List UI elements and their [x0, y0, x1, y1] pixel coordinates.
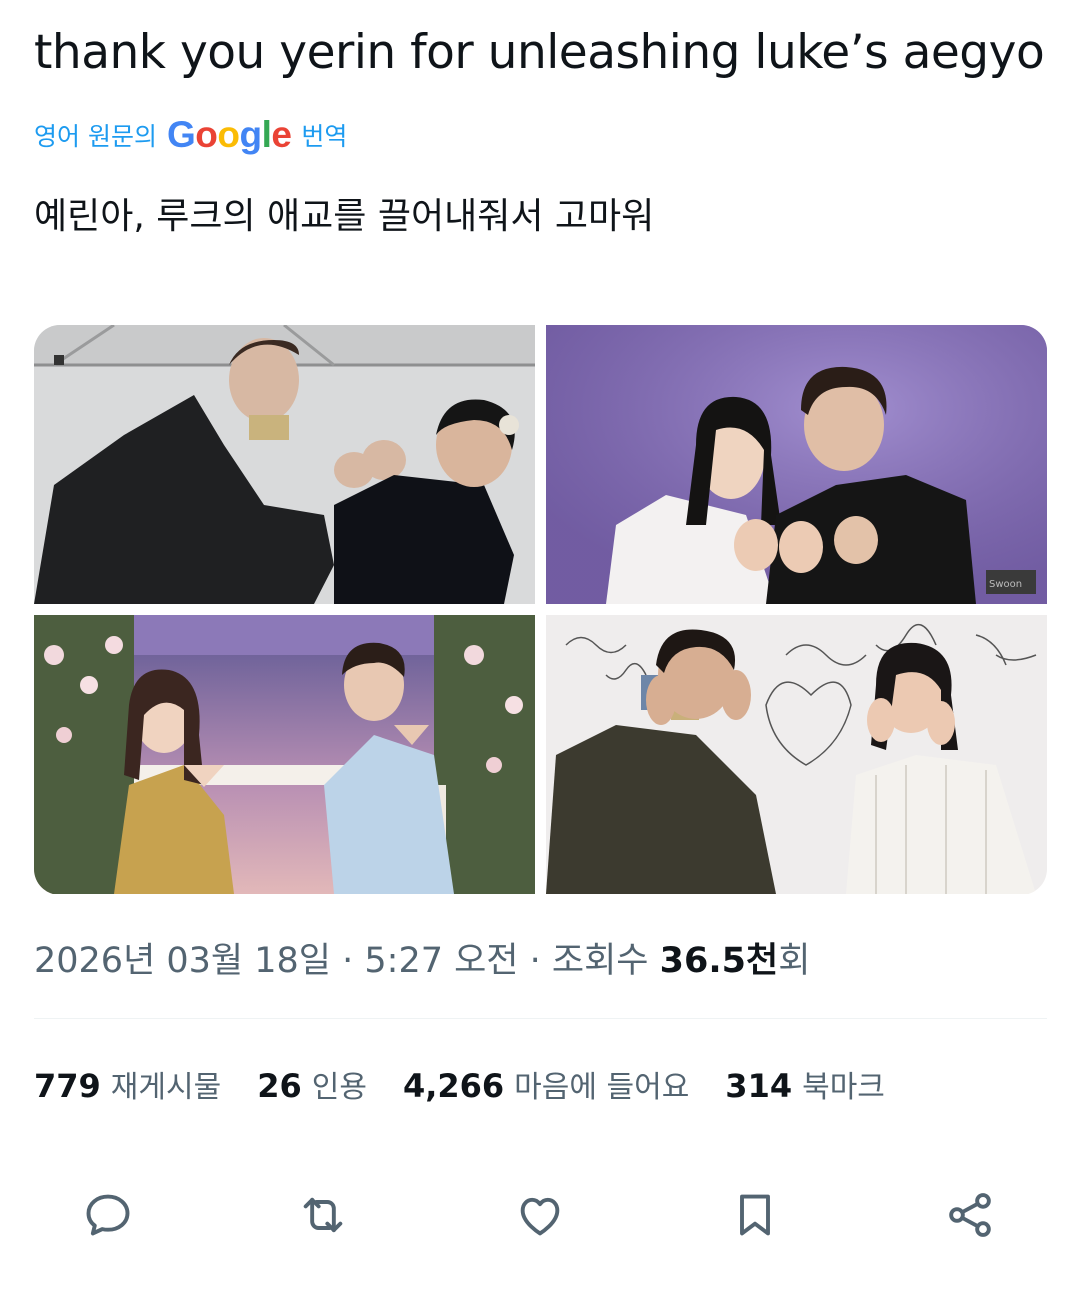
views-count: 36.5천 [659, 941, 779, 981]
photo-1[interactable] [34, 325, 535, 604]
retweet-icon[interactable] [288, 1180, 358, 1250]
share-icon[interactable] [935, 1180, 1005, 1250]
tweet-text: thank you yerin for unleashing luke’s ae… [34, 25, 1045, 80]
stat-quotes[interactable]: 26 인용 [257, 1062, 367, 1106]
stat-likes[interactable]: 4,266 마음에 들어요 [403, 1062, 689, 1106]
tweet-date: 2026년 03월 18일 [34, 941, 331, 981]
action-bar [0, 1180, 1080, 1250]
photo-4[interactable] [546, 615, 1047, 894]
photo-2[interactable]: Swoon [546, 325, 1047, 604]
reply-icon[interactable] [73, 1180, 143, 1250]
photo-watermark: Swoon [989, 579, 1022, 590]
translation-attribution[interactable]: 영어 원문의 Google 번역 [34, 112, 347, 158]
photo-3[interactable] [34, 615, 535, 894]
translate-suffix: 번역 [301, 122, 348, 151]
views-label: 조회수 [551, 941, 660, 981]
like-icon[interactable] [505, 1180, 575, 1250]
google-logo: Google [166, 114, 292, 155]
bookmark-icon[interactable] [720, 1180, 790, 1250]
media-grid: Swoon [34, 325, 1047, 895]
views-suffix: 회 [778, 941, 811, 981]
translated-text: 예린아, 루크의 애교를 끌어내줘서 고마워 [34, 196, 655, 237]
translate-prefix: 영어 원문의 [34, 122, 157, 151]
stat-bookmarks[interactable]: 314 북마크 [725, 1062, 885, 1106]
tweet-meta: 2026년 03월 18일 · 5:27 오전 · 조회수 36.5천회 [34, 941, 811, 981]
stat-reposts[interactable]: 779 재게시물 [34, 1062, 221, 1106]
divider [34, 1018, 1047, 1019]
engagement-stats: 779 재게시물 26 인용 4,266 마음에 들어요 314 북마크 [34, 1062, 885, 1106]
tweet-time: 5:27 오전 [364, 941, 519, 981]
